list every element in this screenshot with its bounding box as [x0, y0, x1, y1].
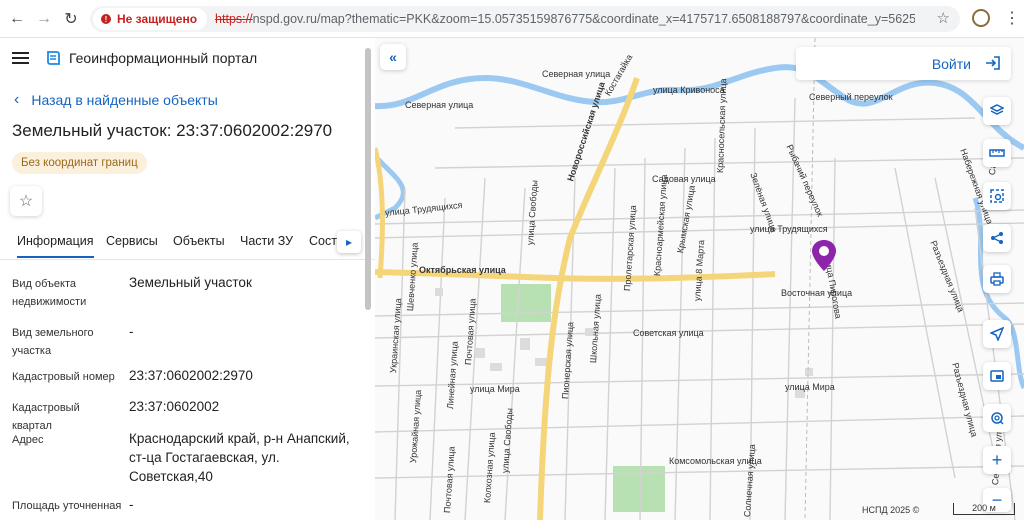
portal-logo-icon: [47, 51, 60, 65]
tab-services[interactable]: Сервисы: [106, 234, 158, 248]
area-select-icon[interactable]: [983, 182, 1011, 210]
portal-title: Геоинформационный портал: [69, 50, 258, 66]
share-icon[interactable]: [983, 224, 1011, 252]
attr-label: Адрес: [12, 434, 44, 446]
bookmark-star-icon[interactable]: ☆: [937, 9, 950, 27]
street-label: Советская улица: [633, 328, 704, 338]
url-scheme: https://: [215, 12, 253, 26]
street-label: улица Кривоноса: [653, 85, 725, 95]
main-road-novorossiyskaya: [537, 77, 640, 520]
security-label: Не защищено: [117, 12, 198, 26]
park: [501, 284, 551, 322]
tabs-scroll-right-icon[interactable]: ▸: [337, 231, 361, 253]
print-icon[interactable]: [983, 265, 1011, 293]
tab-objects[interactable]: Объекты: [173, 234, 225, 248]
warning-icon: !: [101, 14, 111, 24]
street-label: Северный переулок: [809, 92, 893, 102]
chevron-left-icon: ‹: [14, 91, 20, 108]
search-location-icon[interactable]: [983, 404, 1011, 432]
url-text[interactable]: https://nspd.gov.ru/map?thematic=PKK&zoo…: [215, 12, 915, 26]
object-info-panel: Геоинформационный портал ‹ Назад в найде…: [0, 38, 375, 520]
login-button[interactable]: Войти: [796, 47, 1011, 80]
street-label: Северная улица: [405, 100, 474, 110]
zoom-in-icon[interactable]: +: [983, 446, 1011, 474]
browser-toolbar: ← → ↻ ! Не защищено https://nspd.gov.ru/…: [0, 0, 1024, 38]
profile-icon[interactable]: [972, 9, 990, 27]
attr-label: Площадь уточненная: [12, 500, 122, 512]
browser-menu-icon[interactable]: ⋮: [1004, 8, 1020, 28]
map-scale: 200 м: [953, 503, 1015, 515]
login-icon: [986, 56, 1000, 70]
map-copyright: НСПД 2025 ©: [862, 505, 920, 515]
street-label: улица Мира: [785, 382, 835, 392]
attr-label: Вид земельного участка: [12, 327, 94, 357]
minimap-icon[interactable]: [983, 362, 1011, 390]
main-road-west: [375, 147, 385, 279]
attr-value: Земельный участок: [129, 275, 252, 290]
attr-value: 23:37:0602002:2970: [129, 368, 253, 383]
tab-parts[interactable]: Части ЗУ: [240, 234, 293, 248]
attr-label: Вид объекта недвижимости: [12, 278, 87, 308]
status-badge: Без координат границ: [12, 152, 147, 174]
address-bar[interactable]: ! Не защищено https://nspd.gov.ru/map?th…: [90, 6, 960, 32]
ruler-icon[interactable]: [983, 139, 1011, 167]
attr-label: Кадастровый номер: [12, 371, 115, 383]
map-view[interactable]: Северная улица Северная улица улица Крив…: [375, 38, 1024, 520]
street-label: Октябрьская улица: [419, 265, 506, 275]
attr-value: -: [129, 324, 134, 339]
tab-info[interactable]: Информация: [17, 234, 94, 258]
object-title: Земельный участок: 23:37:0602002:2970: [12, 121, 333, 140]
panel-header: Геоинформационный портал: [0, 38, 375, 78]
panel-scrollbar[interactable]: [365, 48, 371, 310]
attr-value: 23:37:0602002: [129, 399, 220, 414]
login-label: Войти: [931, 56, 971, 72]
back-link-label: Назад в найденные объекты: [31, 92, 218, 108]
back-to-results-link[interactable]: ‹ Назад в найденные объекты: [14, 91, 218, 109]
street-label: Северная улица: [542, 69, 611, 79]
favorite-star-icon[interactable]: ☆: [10, 186, 42, 216]
reload-icon[interactable]: ↻: [60, 8, 82, 30]
attr-value: Краснодарский край, р-н Анапский, ст-ца …: [129, 431, 350, 484]
url-rest: nspd.gov.ru/map?thematic=PKK&zoom=15.057…: [252, 12, 916, 26]
hamburger-menu-icon[interactable]: [12, 52, 29, 64]
attr-label: Кадастровый квартал: [12, 402, 80, 432]
back-arrow-icon[interactable]: ←: [6, 8, 28, 30]
boundary-line: [804, 38, 816, 520]
forward-arrow-icon[interactable]: →: [33, 8, 55, 30]
security-chip[interactable]: ! Не защищено: [93, 8, 208, 30]
geolocation-icon[interactable]: [983, 320, 1011, 348]
attr-value: -: [129, 497, 134, 512]
street-label: Восточная улица: [781, 288, 853, 298]
location-pin-icon[interactable]: [810, 239, 838, 273]
layers-icon[interactable]: [983, 97, 1011, 125]
street-label: улица Трудящихся: [750, 224, 828, 234]
collapse-panel-button[interactable]: «: [380, 44, 406, 70]
info-tabs: Информация Сервисы Объекты Части ЗУ Сост…: [0, 226, 375, 260]
street-label: улица Мира: [470, 384, 520, 394]
